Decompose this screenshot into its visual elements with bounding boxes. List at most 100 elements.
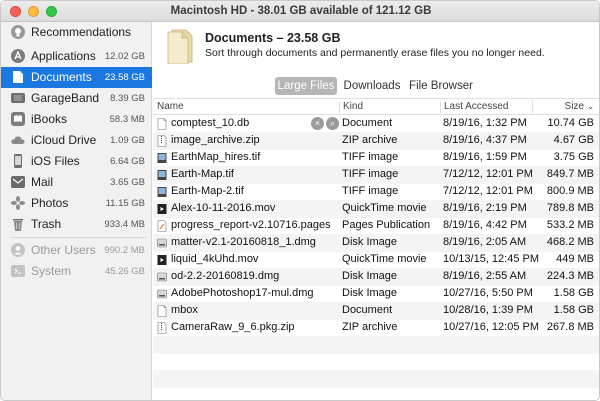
- file-name: liquid_4kUhd.mov: [171, 253, 259, 265]
- file-name: AdobePhotoshop17-mul.dmg: [171, 287, 314, 299]
- view-tabs: Large Files Downloads File Browser: [153, 77, 599, 95]
- empty-row: [153, 353, 599, 371]
- sidebar-item-label: GarageBand: [31, 91, 100, 105]
- file-last-accessed: 8/19/16, 1:59 PM: [443, 151, 527, 163]
- file-last-accessed: 8/19/16, 2:19 PM: [443, 202, 527, 214]
- file-list: comptest_10.db Document 8/19/16, 1:32 PM 10…: [153, 115, 599, 388]
- sidebar-item-icloud-drive[interactable]: iCloud Drive 1.09 GB: [1, 130, 152, 151]
- file-name: Earth-Map.tif: [171, 168, 234, 180]
- sidebar-item-size: 23.58 GB: [104, 72, 145, 83]
- file-name: mbox: [171, 304, 198, 316]
- sidebar-item-size: 1.09 GB: [110, 135, 145, 146]
- file-last-accessed: 8/19/16, 2:55 AM: [443, 270, 527, 282]
- file-kind: Disk Image: [342, 287, 398, 299]
- sidebar-item-label: Trash: [31, 217, 62, 231]
- sidebar-item-label: System: [31, 264, 72, 278]
- table-row[interactable]: AdobePhotoshop17-mul.dmg Disk Image 10/27/…: [153, 285, 599, 303]
- file-kind: TIFF image: [342, 185, 399, 197]
- file-kind: Document: [342, 304, 393, 316]
- file-size: 789.8 MB: [546, 202, 594, 214]
- column-header-name[interactable]: Name: [157, 101, 184, 112]
- file-last-accessed: 7/12/12, 12:01 PM: [443, 185, 533, 197]
- file-last-accessed: 7/12/12, 12:01 PM: [443, 168, 533, 180]
- file-kind: QuickTime movie: [342, 202, 427, 214]
- file-kind: ZIP archive: [342, 134, 398, 146]
- file-kind: Disk Image: [342, 270, 398, 282]
- empty-row: [153, 336, 599, 354]
- document-file-icon: [157, 305, 167, 317]
- file-name: Alex-10-11-2016.mov: [171, 202, 276, 214]
- file-size: 267.8 MB: [546, 321, 594, 333]
- storage-management-window: Macintosh HD - 38.01 GB available of 121…: [0, 0, 600, 401]
- lightbulb-icon: [11, 25, 25, 39]
- file-last-accessed: 8/19/16, 4:37 PM: [443, 134, 527, 146]
- file-kind: TIFF image: [342, 168, 399, 180]
- sidebar-divider: [10, 237, 146, 238]
- file-last-accessed: 8/19/16, 1:32 PM: [443, 117, 527, 129]
- category-banner: Documents – 23.58 GB Sort through docume…: [153, 22, 599, 72]
- remove-file-icon[interactable]: ×: [311, 117, 324, 130]
- table-row[interactable]: liquid_4kUhd.mov QuickTime movie 10/13/15,…: [153, 251, 599, 269]
- sidebar-item-other-users: Other Users 990.2 MB: [1, 240, 152, 261]
- table-row[interactable]: mbox Document 10/28/16, 1:39 PM 1.58 GB: [153, 302, 599, 320]
- table-row[interactable]: progress_report-v2.10716.pages Pages Publ…: [153, 217, 599, 235]
- tab-downloads[interactable]: Downloads: [341, 77, 403, 95]
- column-divider: [339, 101, 340, 113]
- column-header-size[interactable]: Size: [565, 101, 584, 112]
- sidebar-item-size: 933.4 MB: [104, 219, 145, 230]
- file-kind: TIFF image: [342, 151, 399, 163]
- column-header-kind[interactable]: Kind: [343, 101, 363, 112]
- table-row[interactable]: CameraRaw_9_6.pkg.zip ZIP archive 10/27/16…: [153, 319, 599, 337]
- sort-descending-icon[interactable]: ⌄: [587, 102, 594, 111]
- image-file-icon: [157, 169, 167, 181]
- disk-image-file-icon: [157, 288, 167, 300]
- sidebar-item-ibooks[interactable]: iBooks 58.3 MB: [1, 109, 152, 130]
- file-name: matter-v2.1-20160818_1.dmg: [171, 236, 316, 248]
- file-size: 449 MB: [556, 253, 594, 265]
- table-row[interactable]: matter-v2.1-20160818_1.dmg Disk Image 8/19…: [153, 234, 599, 252]
- table-row[interactable]: comptest_10.db Document 8/19/16, 1:32 PM 10…: [153, 115, 599, 133]
- file-name: Earth-Map-2.tif: [171, 185, 244, 197]
- file-size: 468.2 MB: [546, 236, 594, 248]
- sidebar-item-trash[interactable]: Trash 933.4 MB: [1, 214, 152, 235]
- sidebar-item-photos[interactable]: Photos 11.15 GB: [1, 193, 152, 214]
- table-row[interactable]: od-2.2-20160819.dmg Disk Image 8/19/16, 2:…: [153, 268, 599, 286]
- sidebar-item-garageband[interactable]: GarageBand 8.39 GB: [1, 88, 152, 109]
- sidebar-item-label: iCloud Drive: [31, 133, 97, 147]
- sidebar-item-applications[interactable]: Applications 12.02 GB: [1, 46, 152, 67]
- sidebar-item-recommendations[interactable]: Recommendations: [1, 22, 152, 43]
- disk-image-file-icon: [157, 237, 167, 249]
- table-row[interactable]: image_archive.zip ZIP archive 8/19/16, 4:3…: [153, 132, 599, 150]
- table-row[interactable]: Earth-Map.tif TIFF image 7/12/12, 12:01 PM…: [153, 166, 599, 184]
- ibooks-icon: [11, 112, 25, 126]
- image-file-icon: [157, 152, 167, 164]
- table-row[interactable]: EarthMap_hires.tif TIFF image 8/19/16, 1:5…: [153, 149, 599, 167]
- reveal-in-finder-icon[interactable]: ⌕: [326, 117, 339, 130]
- category-title: Documents – 23.58 GB: [205, 31, 341, 45]
- document-file-icon: [157, 118, 167, 130]
- file-size: 10.74 GB: [547, 117, 594, 129]
- main-content: Documents – 23.58 GB Sort through docume…: [153, 22, 599, 400]
- sidebar-item-mail[interactable]: Mail 3.65 GB: [1, 172, 152, 193]
- file-size: 3.75 GB: [553, 151, 594, 163]
- sidebar-item-label: Mail: [31, 175, 54, 189]
- tab-file-browser[interactable]: File Browser: [408, 77, 474, 95]
- sidebar-item-documents[interactable]: Documents 23.58 GB: [1, 67, 152, 88]
- zip-file-icon: [157, 322, 167, 334]
- movie-file-icon: [157, 203, 167, 215]
- sidebar-item-label: Recommendations: [31, 25, 132, 39]
- table-row[interactable]: Earth-Map-2.tif TIFF image 7/12/12, 12:01 …: [153, 183, 599, 201]
- movie-file-icon: [157, 254, 167, 266]
- file-kind: QuickTime movie: [342, 253, 427, 265]
- tab-large-files[interactable]: Large Files: [275, 77, 337, 95]
- file-name: image_archive.zip: [171, 134, 260, 146]
- column-header-last-accessed[interactable]: Last Accessed: [444, 101, 508, 112]
- sidebar-item-size: 8.39 GB: [110, 93, 145, 104]
- sidebar-item-label: Other Users: [31, 243, 96, 257]
- sidebar-item-size: 990.2 MB: [104, 245, 145, 256]
- icloud-icon: [11, 136, 25, 144]
- sidebar-item-label: Documents: [31, 70, 92, 84]
- table-row[interactable]: Alex-10-11-2016.mov QuickTime movie 8/19/1…: [153, 200, 599, 218]
- file-name: progress_report-v2.10716.pages: [171, 219, 331, 231]
- sidebar-item-ios-files[interactable]: iOS Files 6.64 GB: [1, 151, 152, 172]
